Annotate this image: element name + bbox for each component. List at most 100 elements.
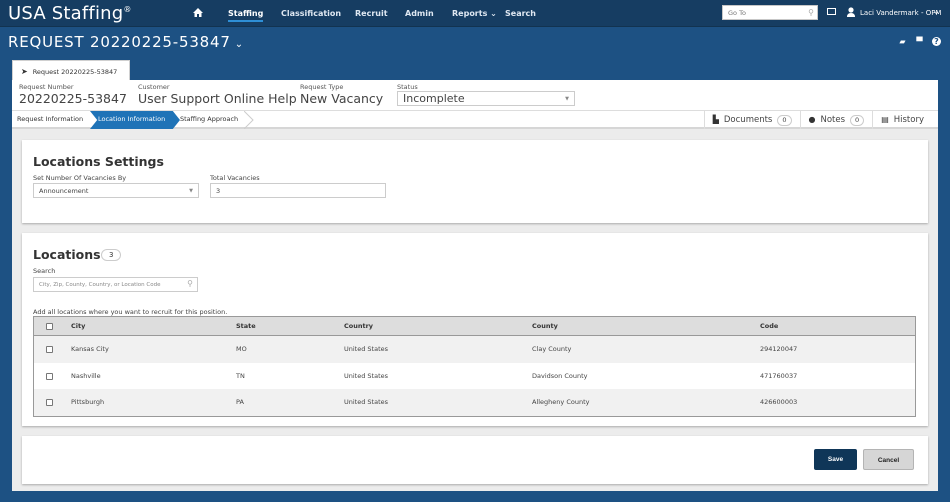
table-row[interactable]: Kansas City MO United States Clay County… [34, 336, 915, 363]
nav-admin[interactable]: Admin [405, 9, 434, 18]
search-icon[interactable]: ⚲ [808, 8, 814, 17]
page-title[interactable]: REQUEST 20220225-53847 ⌄ [8, 33, 244, 51]
notes-button[interactable]: ● Notes 0 [799, 111, 873, 129]
documents-button[interactable]: ▙ Documents 0 [703, 111, 800, 129]
user-icon[interactable] [847, 7, 855, 17]
request-number-value: 20220225-53847 [19, 91, 127, 106]
documents-label: Documents [723, 115, 773, 125]
locations-settings-heading: Locations Settings [33, 154, 164, 169]
search-icon[interactable]: ⚲ [187, 279, 193, 288]
home-icon[interactable] [193, 8, 203, 17]
vacancies-by-label: Set Number Of Vacancies By [33, 174, 127, 182]
top-nav: USA Staffing® Staffing Classification Re… [0, 0, 950, 27]
total-vacancies-input[interactable]: 3 [210, 183, 386, 198]
column-header-code[interactable]: Code [760, 317, 778, 335]
app-title: USA Staffing [8, 3, 124, 24]
cell-code: 426600003 [760, 398, 798, 406]
request-tab[interactable]: ➤ Request 20220225-53847 [12, 60, 130, 81]
history-button[interactable]: ▤ History [872, 111, 938, 129]
nav-reports[interactable]: Reports ⌄ [452, 9, 497, 18]
step-request-information[interactable]: Request Information [12, 111, 90, 129]
step-nav: Request Information Location Information… [12, 111, 938, 129]
cell-state: PA [236, 398, 244, 406]
notes-label: Notes [820, 115, 846, 125]
request-type-label: Request Type [300, 83, 344, 91]
column-header-city[interactable]: City [71, 317, 85, 335]
mail-icon[interactable] [827, 8, 836, 15]
status-field: Status Incomplete ▼ [397, 83, 575, 106]
request-type-value: New Vacancy [300, 91, 384, 106]
cell-county: Davidson County [532, 371, 588, 380]
vacancies-by-value: Announcement [39, 187, 89, 195]
save-button[interactable]: Save [814, 449, 857, 470]
documents-count: 0 [777, 114, 792, 126]
row-checkbox[interactable] [46, 346, 53, 353]
notes-icon: ● [808, 115, 816, 124]
locations-settings-card: Locations Settings Set Number Of Vacanci… [22, 140, 928, 223]
customer-value: User Support Online Help [138, 91, 297, 106]
request-number-label: Request Number [19, 83, 74, 91]
chevron-down-icon: ⌄ [490, 9, 497, 18]
cancel-button[interactable]: Cancel [863, 449, 914, 470]
nav-classification[interactable]: Classification [281, 9, 341, 18]
locations-heading: Locations [33, 247, 101, 262]
locations-card: Locations 3 Search City, Zip, County, Co… [22, 233, 928, 426]
chevron-down-icon: ⌄ [234, 39, 244, 50]
column-header-state[interactable]: State [236, 317, 256, 335]
header-icons: ▰ ▀ ? [898, 37, 941, 46]
locations-count-badge: 3 [101, 249, 122, 261]
cell-country: United States [344, 398, 389, 406]
request-title-text: REQUEST 20220225-53847 [8, 33, 231, 51]
select-all-checkbox[interactable] [46, 323, 53, 330]
help-icon[interactable]: ? [932, 37, 941, 46]
caret-down-icon: ▼ [565, 96, 569, 102]
cell-state: MO [236, 345, 247, 353]
total-vacancies-label: Total Vacancies [210, 174, 260, 182]
notes-count: 0 [850, 114, 865, 126]
nav-recruit[interactable]: Recruit [355, 9, 388, 18]
status-value: Incomplete [403, 92, 465, 105]
nav-reports-label: Reports [452, 9, 488, 18]
nav-search[interactable]: Search [505, 9, 536, 18]
search-placeholder: City, Zip, County, Country, or Location … [39, 282, 161, 288]
cell-code: 471760037 [760, 371, 798, 380]
column-header-county[interactable]: County [532, 317, 558, 335]
cell-city: Nashville [71, 371, 101, 380]
app-logo[interactable]: USA Staffing® [8, 3, 132, 24]
request-summary: Request Number 20220225-53847 Customer U… [12, 80, 938, 111]
cell-country: United States [344, 371, 389, 380]
table-row[interactable]: Pittsburgh PA United States Allegheny Co… [34, 389, 915, 416]
image-icon[interactable]: ▰ [898, 37, 907, 46]
chat-icon[interactable]: ▀ [915, 37, 924, 46]
registered-mark: ® [123, 5, 132, 14]
history-icon: ▤ [881, 115, 889, 124]
status-select[interactable]: Incomplete ▼ [397, 91, 575, 106]
step-location-information[interactable]: Location Information [90, 111, 180, 129]
column-header-country[interactable]: Country [344, 317, 373, 335]
request-type-field: Request Type New Vacancy [300, 83, 383, 106]
locations-hint: Add all locations where you want to recr… [33, 308, 228, 316]
row-checkbox[interactable] [46, 372, 53, 380]
request-number-field: Request Number 20220225-53847 [19, 83, 127, 106]
customer-label: Customer [138, 83, 170, 91]
table-header: City State Country County Code [34, 317, 915, 336]
cell-city: Pittsburgh [71, 398, 105, 406]
goto-input[interactable]: Go To ⚲ [722, 5, 818, 20]
cell-code: 294120047 [760, 345, 798, 353]
user-name[interactable]: Laci Vandermark - OPM [860, 9, 941, 17]
main-content: Locations Settings Set Number Of Vacanci… [12, 129, 938, 491]
status-label: Status [397, 83, 418, 91]
step-staffing-approach[interactable]: Staffing Approach [174, 111, 254, 129]
document-icon: ▙ [712, 115, 719, 124]
row-checkbox[interactable] [46, 399, 53, 406]
vacancies-by-select[interactable]: Announcement ▼ [33, 183, 199, 198]
cell-state: TN [236, 371, 245, 380]
cell-country: United States [344, 345, 389, 353]
nav-staffing[interactable]: Staffing [228, 9, 264, 22]
location-search-input[interactable]: City, Zip, County, Country, or Location … [33, 277, 198, 292]
tools-bar: ▙ Documents 0 ● Notes 0 ▤ History [703, 111, 938, 129]
caret-down-icon: ▼ [189, 188, 193, 194]
history-label: History [893, 115, 924, 125]
chevron-down-icon[interactable]: ⌄ [933, 7, 940, 16]
table-row[interactable]: Nashville TN United States Davidson Coun… [34, 362, 915, 389]
